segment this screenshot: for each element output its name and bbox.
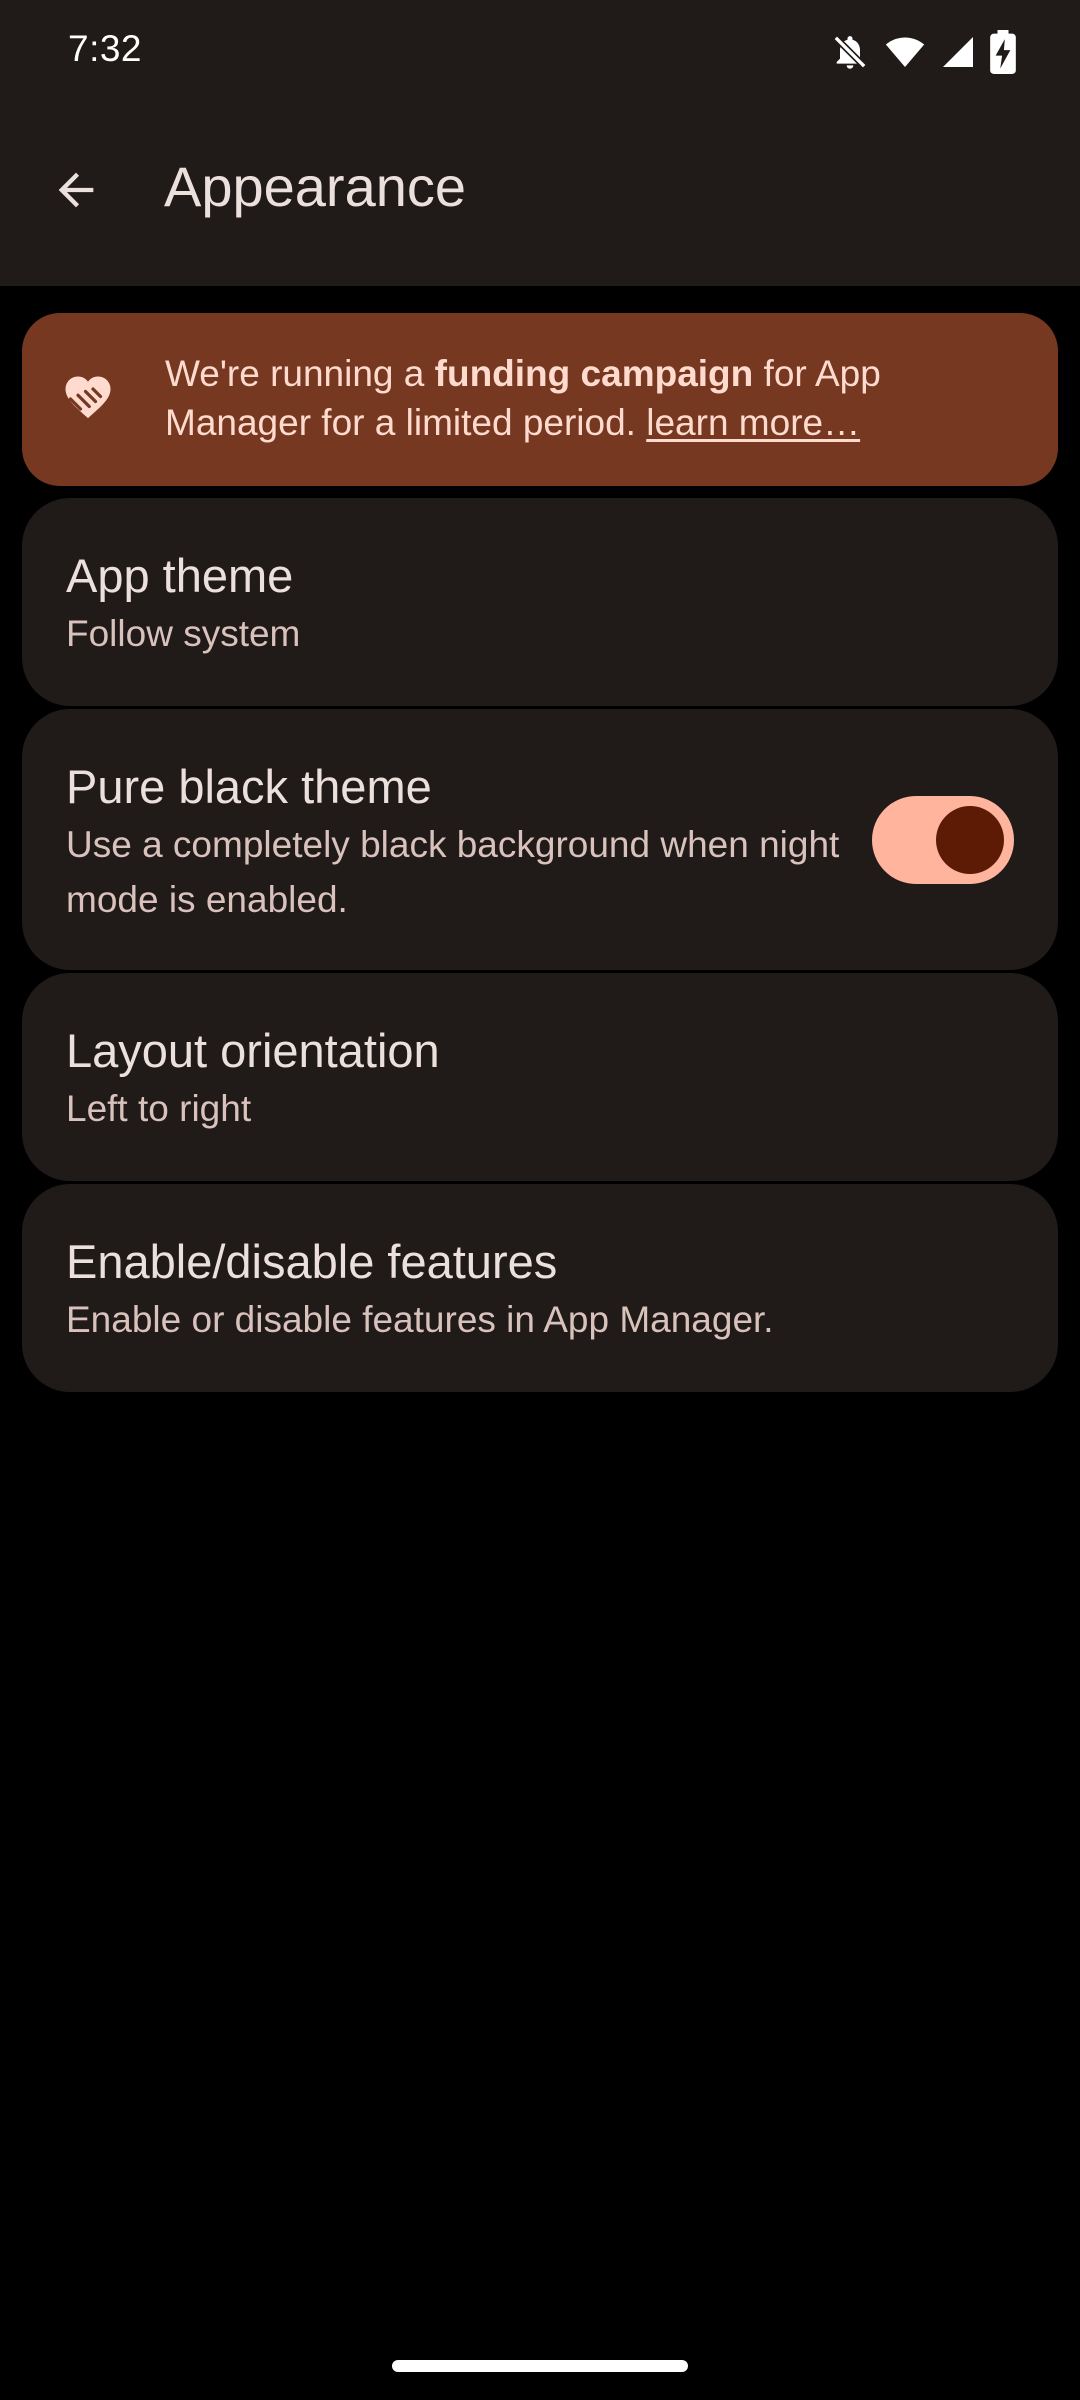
setting-summary: Left to right xyxy=(66,1088,252,1129)
switch-knob xyxy=(936,806,1004,874)
cellular-signal-icon xyxy=(940,32,976,72)
pure-black-theme-switch[interactable] xyxy=(872,796,1014,884)
back-button[interactable] xyxy=(36,152,116,232)
status-bar: 7:32 xyxy=(0,0,1080,104)
setting-summary: Use a completely black background when n… xyxy=(66,824,840,920)
banner-text-bold: funding campaign xyxy=(434,353,754,394)
banner-text: We're running a funding campaign for App… xyxy=(165,349,1035,447)
arrow-back-icon xyxy=(50,164,102,221)
gesture-navigation-handle[interactable] xyxy=(392,2360,688,2372)
volunteer-handshake-icon xyxy=(58,369,118,429)
setting-layout-orientation[interactable]: Layout orientation Left to right xyxy=(22,973,1058,1181)
setting-pure-black-theme[interactable]: Pure black theme Use a completely black … xyxy=(22,709,1058,970)
setting-title: Enable/disable features xyxy=(66,1235,558,1288)
funding-campaign-banner[interactable]: We're running a funding campaign for App… xyxy=(22,313,1058,486)
app-bar: Appearance xyxy=(0,130,1080,248)
setting-title: Pure black theme xyxy=(66,760,432,813)
notifications-off-icon xyxy=(830,32,870,72)
page-title: Appearance xyxy=(164,155,467,218)
setting-title: Layout orientation xyxy=(66,1024,440,1077)
setting-enable-disable-features[interactable]: Enable/disable features Enable or disabl… xyxy=(22,1184,1058,1392)
setting-app-theme[interactable]: App theme Follow system xyxy=(22,498,1058,706)
setting-summary: Enable or disable features in App Manage… xyxy=(66,1299,774,1340)
top-app-area: 7:32 Appearance xyxy=(0,0,1080,286)
battery-charging-icon xyxy=(990,30,1016,74)
setting-title: App theme xyxy=(66,549,294,602)
banner-text-part: We're running a xyxy=(165,353,435,394)
setting-summary: Follow system xyxy=(66,613,301,654)
learn-more-link[interactable]: learn more… xyxy=(646,402,860,443)
wifi-icon xyxy=(884,32,926,72)
status-time: 7:32 xyxy=(68,28,143,69)
status-icons xyxy=(830,30,1016,74)
